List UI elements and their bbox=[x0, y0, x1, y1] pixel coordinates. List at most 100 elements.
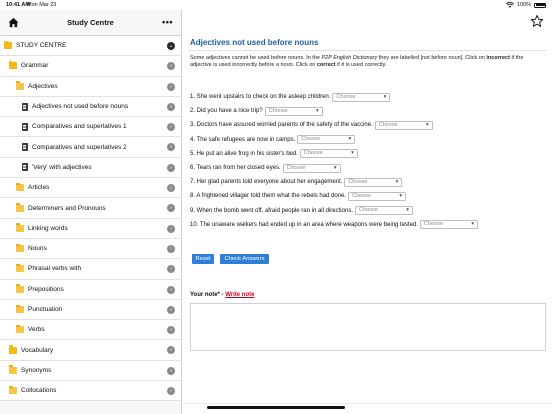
question-row: 2. Did you have a nice trip? Choose bbox=[190, 104, 545, 118]
sidebar-item[interactable]: 'Very' with adjectives › bbox=[0, 157, 181, 179]
sidebar-item[interactable]: Phrasal verbs with › bbox=[0, 259, 181, 280]
chevron-right-icon[interactable]: › bbox=[167, 184, 175, 193]
answer-select[interactable]: Choose bbox=[374, 120, 433, 130]
note-box[interactable] bbox=[190, 303, 546, 351]
chevron-right-icon[interactable]: › bbox=[167, 102, 175, 111]
sidebar-item[interactable]: Comparatives and superlatives 2 › bbox=[0, 137, 181, 158]
check-answers-button[interactable]: Check Answers bbox=[220, 254, 269, 264]
question-text: 2. Did you have a nice trip? bbox=[190, 108, 263, 115]
sidebar-item-label: Nouns bbox=[28, 245, 47, 253]
sidebar-item[interactable]: Linking words › bbox=[0, 218, 181, 239]
question-text: 9. When the bomb went off, afraid people… bbox=[190, 207, 353, 214]
sidebar-item[interactable]: Collocations › bbox=[0, 381, 181, 402]
open-folder-icon bbox=[16, 304, 24, 313]
answer-select[interactable]: Choose bbox=[264, 106, 323, 116]
answer-select[interactable]: Choose bbox=[420, 220, 479, 230]
question-row: 10. The unaware walkers had ended up in … bbox=[190, 218, 545, 232]
sidebar-item[interactable]: Verbs › bbox=[0, 320, 181, 341]
question-row: 4. The safe refugees are now in camps. Ch… bbox=[190, 133, 545, 147]
question-row: 3. Doctors have assured worried parents … bbox=[190, 118, 545, 132]
question-row: 9. When the bomb went off, afraid people… bbox=[190, 204, 545, 218]
question-text: 1. She went upstairs to check on the asl… bbox=[190, 94, 331, 101]
answer-select[interactable]: Choose bbox=[344, 177, 403, 187]
open-folder-icon bbox=[16, 284, 24, 293]
question-text: 10. The unaware walkers had ended up in … bbox=[190, 221, 419, 228]
sidebar-item-label: Comparatives and superlatives 2 bbox=[32, 143, 127, 151]
answer-select[interactable]: Choose bbox=[297, 135, 356, 145]
sidebar-item[interactable]: Punctuation › bbox=[0, 299, 181, 321]
open-folder-icon bbox=[16, 243, 24, 253]
sidebar-title: Study Centre bbox=[67, 18, 114, 27]
main-content: Adjectives not used before nouns Some ad… bbox=[183, 10, 552, 414]
chevron-right-icon[interactable]: › bbox=[167, 224, 175, 233]
sidebar-item[interactable]: Vocabulary › bbox=[0, 340, 181, 361]
answer-select[interactable]: Choose bbox=[354, 206, 413, 216]
reset-button[interactable]: Reset bbox=[192, 254, 214, 264]
open-folder-icon bbox=[9, 385, 17, 395]
battery-percent: 100% bbox=[516, 2, 531, 8]
home-indicator[interactable] bbox=[207, 406, 345, 409]
chevron-right-icon[interactable]: › bbox=[167, 387, 175, 396]
question-row: 7. Her glad parents told everyone about … bbox=[190, 175, 545, 189]
question-list: 1. She went upstairs to check on the asl… bbox=[190, 90, 545, 232]
chevron-right-icon[interactable]: › bbox=[167, 326, 175, 335]
lesson-title: Adjectives not used before nouns bbox=[190, 38, 319, 47]
sidebar-item[interactable]: Comparatives and superlatives 1 › bbox=[0, 117, 181, 138]
sidebar-item[interactable]: STUDY CENTRE ⌄ bbox=[0, 36, 181, 57]
chevron-right-icon[interactable]: › bbox=[167, 204, 175, 213]
sidebar-item-label: Punctuation bbox=[28, 306, 63, 313]
status-right: 100% bbox=[505, 2, 546, 8]
chevron-right-icon[interactable]: › bbox=[167, 62, 175, 71]
answer-select[interactable]: Choose bbox=[348, 191, 407, 201]
open-folder-icon bbox=[9, 365, 17, 374]
incorrect-keyword: incorrect bbox=[486, 55, 510, 61]
instructions-text: Some adjectives cannot be used before no… bbox=[190, 55, 322, 61]
sidebar-item[interactable]: Synonyms › bbox=[0, 360, 181, 382]
topic-tree: STUDY CENTRE ⌄ Grammar › Adjectives › Adjectiv… bbox=[0, 36, 181, 402]
chevron-right-icon[interactable]: › bbox=[167, 305, 175, 314]
sidebar-item-label: Synonyms bbox=[21, 366, 52, 374]
answer-select[interactable]: Choose bbox=[282, 163, 341, 173]
favorite-star-icon[interactable] bbox=[530, 14, 544, 28]
answer-select[interactable]: Choose bbox=[299, 149, 358, 159]
chevron-right-icon[interactable]: › bbox=[167, 285, 175, 294]
chevron-right-icon[interactable]: › bbox=[167, 244, 175, 253]
chevron-right-icon[interactable]: › bbox=[167, 143, 175, 152]
question-text: 8. A frightened villager told them what … bbox=[190, 193, 347, 200]
sidebar-item[interactable]: Prepositions › bbox=[0, 279, 181, 300]
document-icon bbox=[22, 122, 28, 131]
sidebar-item[interactable]: Determiners and Pronouns › bbox=[0, 198, 181, 219]
chevron-right-icon[interactable]: › bbox=[167, 346, 175, 355]
sidebar-item-label: Adjectives bbox=[28, 82, 58, 90]
folder-icon bbox=[9, 60, 17, 70]
sidebar-header: Study Centre ••• bbox=[0, 10, 181, 36]
sidebar-item[interactable]: Grammar › bbox=[0, 56, 181, 77]
more-options-icon[interactable]: ••• bbox=[162, 17, 173, 27]
note-label: Your note* - Write note bbox=[190, 292, 254, 298]
chevron-right-icon[interactable]: › bbox=[167, 123, 175, 132]
sidebar-item[interactable]: Adjectives not used before nouns › bbox=[0, 96, 181, 118]
answer-select[interactable]: Choose bbox=[332, 92, 391, 102]
question-text: 7. Her glad parents told everyone about … bbox=[190, 179, 343, 186]
document-icon bbox=[22, 163, 28, 172]
sidebar-item-label: 'Very' with adjectives bbox=[32, 163, 92, 171]
folder-icon bbox=[4, 40, 12, 50]
folder-icon bbox=[9, 345, 17, 354]
bottom-divider bbox=[183, 403, 552, 404]
question-row: 1. She went upstairs to check on the asl… bbox=[190, 90, 545, 104]
chevron-right-icon[interactable]: › bbox=[167, 163, 175, 172]
write-note-link[interactable]: Write note bbox=[225, 292, 254, 298]
correct-keyword: correct bbox=[316, 62, 336, 68]
sidebar-item[interactable]: Adjectives › bbox=[0, 76, 181, 97]
sidebar-item[interactable]: Nouns › bbox=[0, 238, 181, 260]
chevron-right-icon[interactable]: › bbox=[167, 265, 175, 274]
open-folder-icon bbox=[16, 182, 24, 192]
chevron-right-icon[interactable]: › bbox=[167, 82, 175, 91]
question-text: 5. He put an alive frog in his sister's … bbox=[190, 150, 298, 157]
chevron-right-icon[interactable]: › bbox=[167, 366, 175, 375]
sidebar-item-label: Grammar bbox=[21, 62, 49, 70]
chevron-down-icon[interactable]: ⌄ bbox=[167, 42, 175, 50]
sidebar-item-label: Articles bbox=[28, 184, 50, 192]
sidebar-item[interactable]: Articles › bbox=[0, 178, 181, 199]
status-bar: 10:41 AM Mon Mar 23 100% bbox=[0, 0, 552, 10]
